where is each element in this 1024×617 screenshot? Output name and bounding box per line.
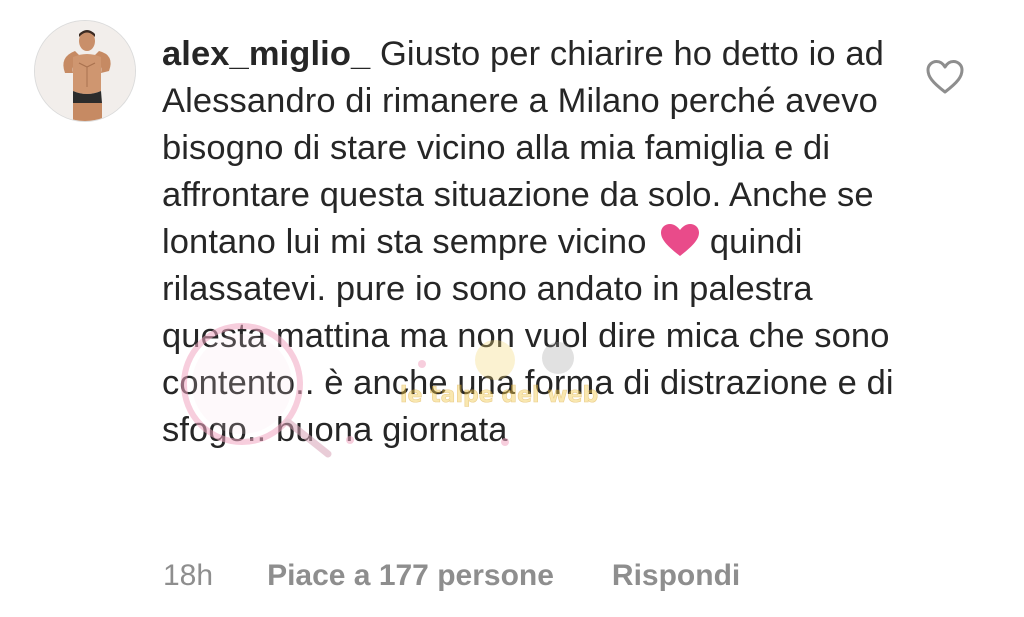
likes-count-button[interactable]: Piace a 177 persone (267, 559, 554, 593)
comment-meta: 18h Piace a 177 persone Rispondi (163, 556, 740, 596)
avatar[interactable] (34, 20, 136, 122)
heart-outline-icon[interactable] (925, 58, 965, 96)
heart-emoji-icon (661, 224, 700, 256)
comment-body: alex_miglio_ Giusto per chiarire ho dett… (162, 31, 897, 454)
comment: alex_miglio_ Giusto per chiarire ho dett… (0, 0, 1024, 617)
avatar-photo (35, 21, 135, 121)
comment-username[interactable]: alex_miglio_ (162, 35, 370, 73)
comment-timestamp: 18h (163, 559, 214, 592)
reply-button[interactable]: Rispondi (612, 559, 740, 593)
